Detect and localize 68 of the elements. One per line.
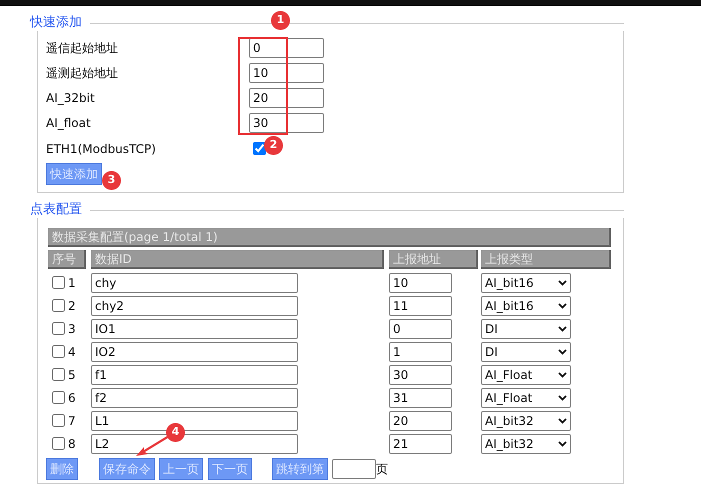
chevron-down-icon [558,348,567,354]
address-field[interactable]: 30 [389,364,452,384]
text-field[interactable]: 10 [249,62,324,82]
data-id-field[interactable]: IO2 [91,342,298,362]
data-id-field[interactable]: f2 [91,388,298,408]
table-title: 数据采集配置(page 1/total 1) [48,228,611,247]
type-select[interactable]: DI [481,342,571,362]
row-checkbox[interactable] [52,299,65,312]
address-field[interactable]: 20 [389,410,452,430]
row-number: 5 [68,366,77,384]
row-checkbox[interactable] [52,437,65,450]
row-checkbox[interactable] [52,414,65,427]
type-select[interactable]: DI [481,318,571,338]
text-field[interactable]: 30 [249,112,324,132]
address-field[interactable]: 0 [389,318,452,338]
page-field[interactable] [332,459,376,479]
row-number: 3 [68,320,77,338]
type-select[interactable]: AI_Float [481,364,571,384]
row-number: 2 [68,298,77,314]
type-select[interactable]: AI_bit32 [481,410,571,430]
type-select[interactable]: AI_bit16 [481,296,571,316]
row-checkbox[interactable] [52,276,65,289]
step-marker: 1 [271,11,290,30]
data-id-field[interactable]: IO1 [91,318,298,338]
text-field[interactable]: 0 [249,38,324,58]
chevron-down-icon [558,302,567,308]
address-field[interactable]: 10 [389,272,452,292]
address-field[interactable]: 1 [389,342,452,362]
field-label: ETH1(ModbusTCP) [46,140,157,158]
arrow [136,436,168,456]
column-header: 序号 [48,250,86,269]
chevron-down-icon [558,394,567,400]
page-suffix: 页 [376,461,388,478]
text-field[interactable]: 20 [249,88,324,108]
step-marker: 2 [264,136,283,155]
field-label: 遥信起始地址 [46,40,119,56]
row-number: 6 [68,390,77,406]
data-id-field[interactable]: chy2 [91,296,298,316]
column-header: 上报地址 [389,250,478,269]
address-field[interactable]: 31 [389,388,452,408]
row-checkbox[interactable] [52,345,65,358]
field-label: 遥测起始地址 [46,64,119,82]
data-id-field[interactable]: chy [91,272,298,292]
chevron-down-icon [558,440,567,446]
data-id-field[interactable]: L2 [91,434,298,454]
checkbox[interactable] [253,142,266,155]
address-field[interactable]: 11 [389,296,452,316]
type-select[interactable]: AI_bit16 [481,272,571,292]
row-checkbox[interactable] [52,368,65,381]
chevron-down-icon [558,326,567,332]
address-field[interactable]: 21 [389,434,452,454]
chevron-down-icon [558,280,567,286]
data-id-field[interactable]: f1 [91,364,298,384]
column-header: 数据ID [91,250,384,269]
column-header: 上报类型 [481,250,611,269]
type-select[interactable]: AI_bit32 [481,434,571,454]
chevron-down-icon [558,418,567,424]
chevron-down-icon [558,372,567,378]
row-number: 4 [68,344,77,360]
row-checkbox[interactable] [52,322,65,335]
row-number: 1 [68,274,77,292]
row-number: 7 [68,412,77,430]
type-select[interactable]: AI_Float [481,388,571,408]
row-number: 8 [68,436,77,452]
row-checkbox[interactable] [52,391,65,404]
field-label: AI_32bit [46,90,96,106]
step-marker: 3 [102,171,121,190]
field-label: AI_float [46,114,92,132]
